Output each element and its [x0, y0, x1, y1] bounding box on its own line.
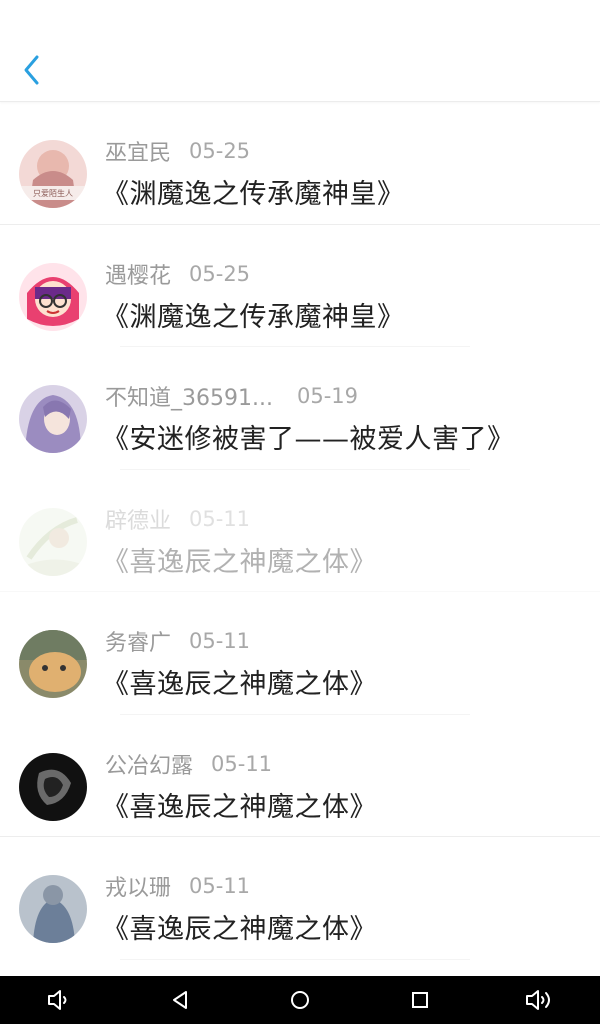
volume-down-icon [48, 990, 67, 1010]
volume-up-icon [526, 990, 550, 1010]
avatar[interactable] [19, 630, 87, 698]
system-nav-bar [0, 976, 600, 1024]
recents-square-icon [412, 992, 428, 1008]
avatar[interactable] [19, 507, 87, 576]
book-title[interactable]: 《渊魔逸之传承魔神皇》 [102, 172, 405, 211]
avatar-image [19, 630, 87, 698]
list-item[interactable]: 只爱陌生人 巫宜民 05-25 《渊魔逸之传承魔神皇》 [0, 102, 600, 225]
item-meta: 遇樱花 05-25 [105, 258, 250, 290]
avatar[interactable]: 只爱陌生人 [19, 140, 87, 208]
date-label: 05-11 [189, 506, 251, 531]
avatar-image [19, 262, 87, 331]
avatar-image [19, 507, 87, 576]
user-name[interactable]: 巫宜民 [105, 135, 171, 167]
book-title[interactable]: 《喜逸辰之神魔之体》 [102, 907, 377, 946]
chevron-left-icon [24, 55, 39, 85]
item-meta: 公冶幻露 05-11 [105, 748, 272, 780]
home-nav-button[interactable] [276, 976, 324, 1024]
date-label: 05-11 [189, 629, 251, 653]
avatar[interactable] [19, 262, 87, 331]
book-title[interactable]: 《渊魔逸之传承魔神皇》 [102, 295, 405, 334]
date-label: 05-25 [189, 139, 251, 163]
back-button[interactable] [14, 50, 50, 90]
recents-nav-button[interactable] [396, 976, 444, 1024]
list-item[interactable]: 不知道_36591... 05-19 《安迷修被害了——被爱人害了》 [0, 347, 600, 470]
date-label: 05-19 [296, 384, 358, 408]
avatar[interactable] [19, 875, 87, 943]
volume-down-button[interactable] [36, 976, 84, 1024]
list-item[interactable]: 公冶幻露 05-11 《喜逸辰之神魔之体》 [0, 715, 600, 837]
avatar-caption: 只爱陌生人 [33, 188, 73, 198]
date-label: 05-25 [189, 261, 251, 286]
divider [120, 958, 470, 960]
user-name[interactable]: 不知道_36591... [105, 380, 273, 412]
volume-up-button[interactable] [516, 976, 564, 1024]
top-bar [0, 0, 600, 102]
avatar-image [19, 385, 87, 453]
item-meta: 务睿广 05-11 [105, 625, 250, 657]
date-label: 05-11 [189, 874, 251, 898]
home-circle-icon [291, 991, 309, 1009]
user-name[interactable]: 公冶幻露 [105, 748, 193, 780]
book-title[interactable]: 《喜逸辰之神魔之体》 [102, 540, 377, 579]
item-meta: 辟德业 05-11 [105, 503, 250, 535]
book-title[interactable]: 《喜逸辰之神魔之体》 [102, 785, 377, 824]
item-meta: 不知道_36591... 05-19 [105, 380, 358, 412]
avatar-image [19, 752, 87, 821]
comment-list: 只爱陌生人 巫宜民 05-25 《渊魔逸之传承魔神皇》 遇樱花 05-25 《渊… [0, 102, 600, 976]
avatar[interactable] [19, 752, 87, 821]
avatar-image [19, 875, 87, 943]
book-title[interactable]: 《喜逸辰之神魔之体》 [102, 662, 377, 701]
list-item[interactable]: 遇樱花 05-25 《渊魔逸之传承魔神皇》 [0, 225, 600, 347]
back-triangle-icon [173, 991, 187, 1009]
user-name[interactable]: 辟德业 [105, 503, 171, 535]
book-title[interactable]: 《安迷修被害了——被爱人害了》 [102, 417, 515, 456]
avatar[interactable] [19, 385, 87, 453]
list-item[interactable]: 务睿广 05-11 《喜逸辰之神魔之体》 [0, 592, 600, 715]
item-meta: 戎以珊 05-11 [105, 870, 250, 902]
user-name[interactable]: 务睿广 [105, 625, 171, 657]
item-meta: 巫宜民 05-25 [105, 135, 250, 167]
user-name[interactable]: 戎以珊 [105, 870, 171, 902]
back-nav-button[interactable] [156, 976, 204, 1024]
list-item[interactable]: 戎以珊 05-11 《喜逸辰之神魔之体》 [0, 837, 600, 960]
date-label: 05-11 [211, 751, 273, 776]
avatar-image: 只爱陌生人 [19, 140, 87, 208]
user-name[interactable]: 遇樱花 [105, 258, 171, 290]
list-item[interactable]: 辟德业 05-11 《喜逸辰之神魔之体》 [0, 470, 600, 592]
